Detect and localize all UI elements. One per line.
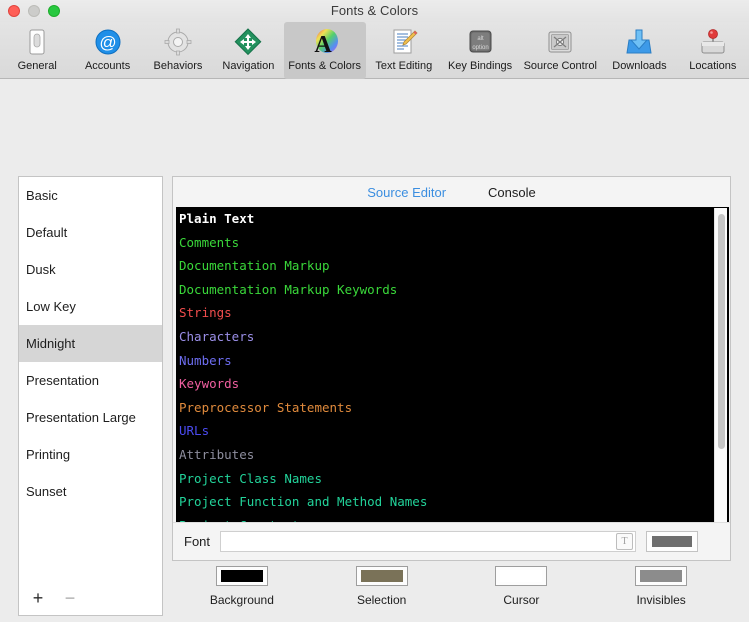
color-swatch-bar: Background Selection Cursor Invisibles bbox=[172, 566, 731, 622]
font-picker-icon[interactable]: T bbox=[616, 533, 634, 550]
downloads-icon bbox=[622, 25, 656, 59]
syntax-element-list[interactable]: Plain Text Comments Documentation Markup… bbox=[176, 207, 729, 523]
toolbar-item-label: Behaviors bbox=[153, 60, 203, 72]
invisibles-color-well[interactable] bbox=[635, 566, 688, 586]
toolbar-item-text-editing[interactable]: Text Editing bbox=[366, 22, 442, 79]
toolbar-item-fonts-colors[interactable]: A Fonts & Colors bbox=[283, 22, 366, 79]
scrollbar-thumb[interactable] bbox=[718, 214, 725, 449]
swatch-selection: Selection bbox=[312, 566, 452, 607]
font-label: Font bbox=[184, 534, 211, 549]
svg-text:alt: alt bbox=[477, 36, 484, 42]
theme-list-item[interactable]: Sunset bbox=[19, 473, 162, 510]
swatch-invisibles: Invisibles bbox=[591, 566, 731, 607]
preferences-window: Fonts & Colors General @ Accounts Behavi… bbox=[0, 0, 749, 616]
tab-console[interactable]: Console bbox=[488, 185, 536, 200]
theme-list-item[interactable]: Default bbox=[19, 214, 162, 251]
invisibles-color-chip bbox=[640, 570, 683, 582]
selection-color-well[interactable] bbox=[355, 566, 408, 586]
syntax-row[interactable]: Plain Text bbox=[176, 207, 729, 231]
swatch-label: Selection bbox=[356, 593, 407, 607]
syntax-row[interactable]: Documentation Markup Keywords bbox=[176, 278, 729, 302]
behaviors-icon bbox=[161, 25, 195, 59]
fonts-colors-panel: Source Editor Console Plain Text Comment… bbox=[172, 176, 731, 561]
svg-text:option: option bbox=[472, 45, 488, 51]
toolbar-item-accounts[interactable]: @ Accounts bbox=[72, 22, 142, 79]
key-bindings-icon: alt option bbox=[463, 25, 497, 59]
cursor-color-well[interactable] bbox=[495, 566, 548, 586]
toolbar-item-label: Locations bbox=[689, 60, 737, 72]
toolbar-item-label: Source Control bbox=[523, 60, 597, 72]
syntax-row[interactable]: Comments bbox=[176, 231, 729, 255]
preferences-toolbar: General @ Accounts Behaviors Navigation … bbox=[0, 22, 749, 79]
font-color-chip bbox=[652, 536, 693, 547]
swatch-label: Invisibles bbox=[636, 593, 686, 607]
theme-list-item-selected[interactable]: Midnight bbox=[19, 325, 162, 362]
window-titlebar: Fonts & Colors bbox=[0, 0, 749, 22]
cursor-color-chip bbox=[500, 570, 543, 582]
syntax-row[interactable]: URLs bbox=[176, 419, 729, 443]
remove-theme-button[interactable]: − bbox=[59, 587, 81, 609]
syntax-list-scrollbar[interactable] bbox=[714, 208, 727, 522]
syntax-row[interactable]: Project Class Names bbox=[176, 467, 729, 491]
selection-color-chip bbox=[360, 570, 403, 582]
navigation-icon bbox=[231, 25, 265, 59]
theme-list-item[interactable]: Dusk bbox=[19, 251, 162, 288]
toolbar-item-label: Downloads bbox=[612, 60, 667, 72]
toolbar-item-key-bindings[interactable]: alt option Key Bindings bbox=[442, 22, 518, 79]
toolbar-item-locations[interactable]: Locations bbox=[677, 22, 749, 79]
syntax-row[interactable]: Project Function and Method Names bbox=[176, 490, 729, 514]
syntax-row[interactable]: Attributes bbox=[176, 443, 729, 467]
toolbar-item-label: Text Editing bbox=[375, 60, 433, 72]
toolbar-item-label: General bbox=[17, 60, 57, 72]
toolbar-item-label: Key Bindings bbox=[447, 60, 513, 72]
svg-text:@: @ bbox=[99, 33, 116, 52]
theme-list-footer: + − bbox=[19, 581, 162, 615]
font-color-well[interactable] bbox=[646, 531, 699, 552]
toolbar-item-label: Fonts & Colors bbox=[288, 60, 361, 72]
theme-list-item[interactable]: Presentation bbox=[19, 362, 162, 399]
text-editing-icon bbox=[387, 25, 421, 59]
syntax-row[interactable]: Strings bbox=[176, 301, 729, 325]
toolbar-item-label: Accounts bbox=[84, 60, 131, 72]
syntax-row[interactable]: Keywords bbox=[176, 372, 729, 396]
add-theme-button[interactable]: + bbox=[27, 587, 49, 609]
swatch-background: Background bbox=[172, 566, 312, 607]
preferences-content: Basic Default Dusk Low Key Midnight Pres… bbox=[0, 79, 749, 616]
theme-list-item[interactable]: Basic bbox=[19, 177, 162, 214]
toolbar-item-downloads[interactable]: Downloads bbox=[602, 22, 676, 79]
source-control-icon bbox=[543, 25, 577, 59]
fonts-colors-icon: A bbox=[308, 25, 342, 59]
toolbar-item-behaviors[interactable]: Behaviors bbox=[143, 22, 213, 79]
window-title: Fonts & Colors bbox=[330, 3, 419, 18]
tab-source-editor[interactable]: Source Editor bbox=[367, 185, 446, 200]
accounts-icon: @ bbox=[91, 25, 125, 59]
locations-icon bbox=[696, 25, 730, 59]
toolbar-item-general[interactable]: General bbox=[2, 22, 72, 79]
font-field[interactable]: T bbox=[220, 531, 637, 552]
toolbar-item-source-control[interactable]: Source Control bbox=[518, 22, 602, 79]
syntax-row[interactable]: Preprocessor Statements bbox=[176, 396, 729, 420]
syntax-row[interactable]: Documentation Markup bbox=[176, 254, 729, 278]
swatch-label: Cursor bbox=[503, 593, 540, 607]
swatch-cursor: Cursor bbox=[452, 566, 592, 607]
swatch-label: Background bbox=[209, 593, 274, 607]
background-color-well[interactable] bbox=[215, 566, 268, 586]
toolbar-item-navigation[interactable]: Navigation bbox=[213, 22, 283, 79]
theme-list-item[interactable]: Low Key bbox=[19, 288, 162, 325]
background-color-chip bbox=[220, 570, 263, 582]
syntax-row[interactable]: Characters bbox=[176, 325, 729, 349]
theme-list-item[interactable]: Printing bbox=[19, 436, 162, 473]
panel-tab-bar: Source Editor Console bbox=[173, 177, 730, 207]
syntax-row[interactable]: Numbers bbox=[176, 349, 729, 373]
general-icon bbox=[20, 25, 54, 59]
theme-list[interactable]: Basic Default Dusk Low Key Midnight Pres… bbox=[18, 176, 163, 616]
theme-list-item[interactable]: Presentation Large bbox=[19, 399, 162, 436]
font-row: Font T bbox=[173, 522, 730, 560]
toolbar-item-label: Navigation bbox=[222, 60, 275, 72]
svg-text:A: A bbox=[314, 32, 332, 57]
